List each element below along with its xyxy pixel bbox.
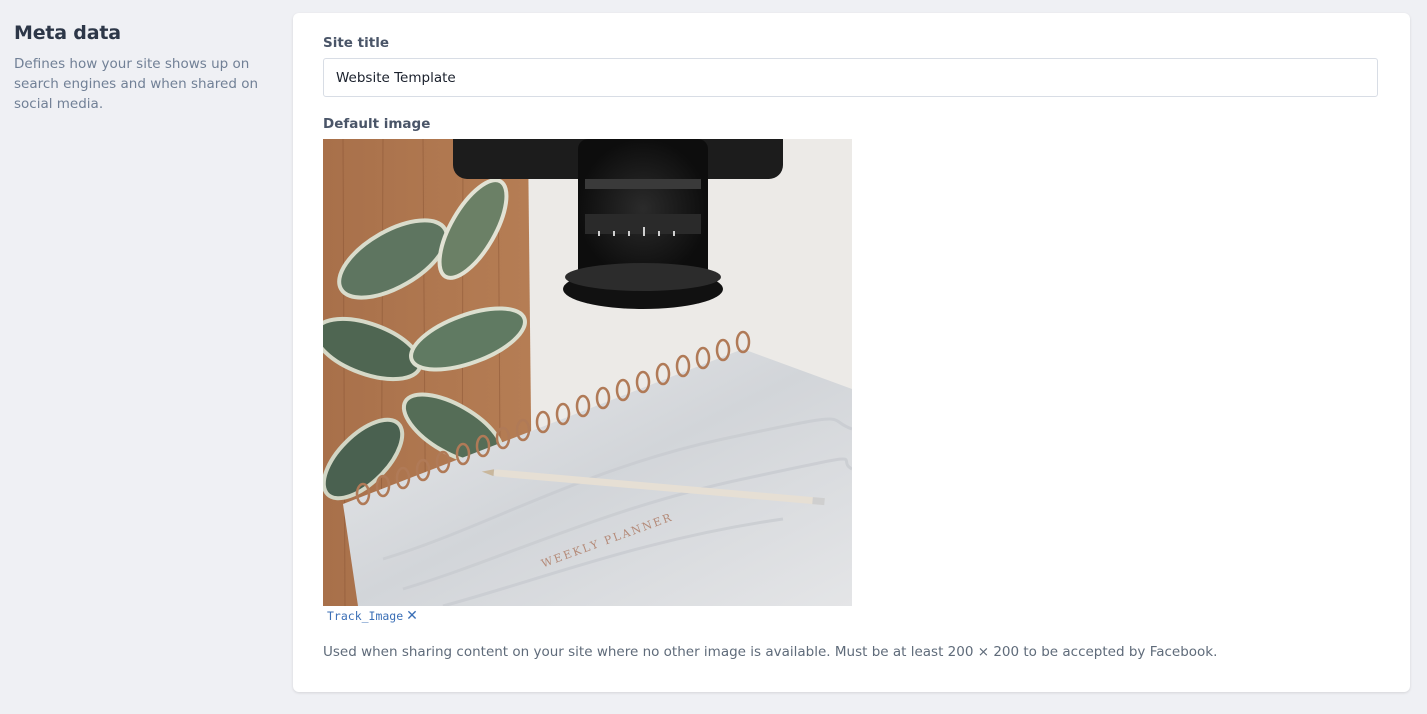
image-file-name[interactable]: Track_Image (327, 609, 403, 623)
close-icon[interactable]: ✕ (406, 609, 418, 623)
section-description: Defines how your site shows up on search… (14, 56, 259, 112)
default-image-preview[interactable]: WEEKLY PLANNER (323, 139, 852, 606)
page: Meta data Defines how your site shows up… (0, 0, 1427, 714)
site-title-label: Site title (323, 35, 389, 51)
default-image-help-text: Used when sharing content on your site w… (323, 644, 1218, 660)
default-image-label: Default image (323, 116, 431, 132)
meta-data-card: Site title Default image (293, 13, 1410, 692)
site-title-input[interactable] (323, 58, 1378, 97)
section-title: Meta data (14, 22, 121, 44)
image-file-tag: Track_Image ✕ (327, 609, 418, 623)
default-image-picture: WEEKLY PLANNER (323, 139, 852, 606)
section-intro: Meta data Defines how your site shows up… (14, 20, 274, 114)
